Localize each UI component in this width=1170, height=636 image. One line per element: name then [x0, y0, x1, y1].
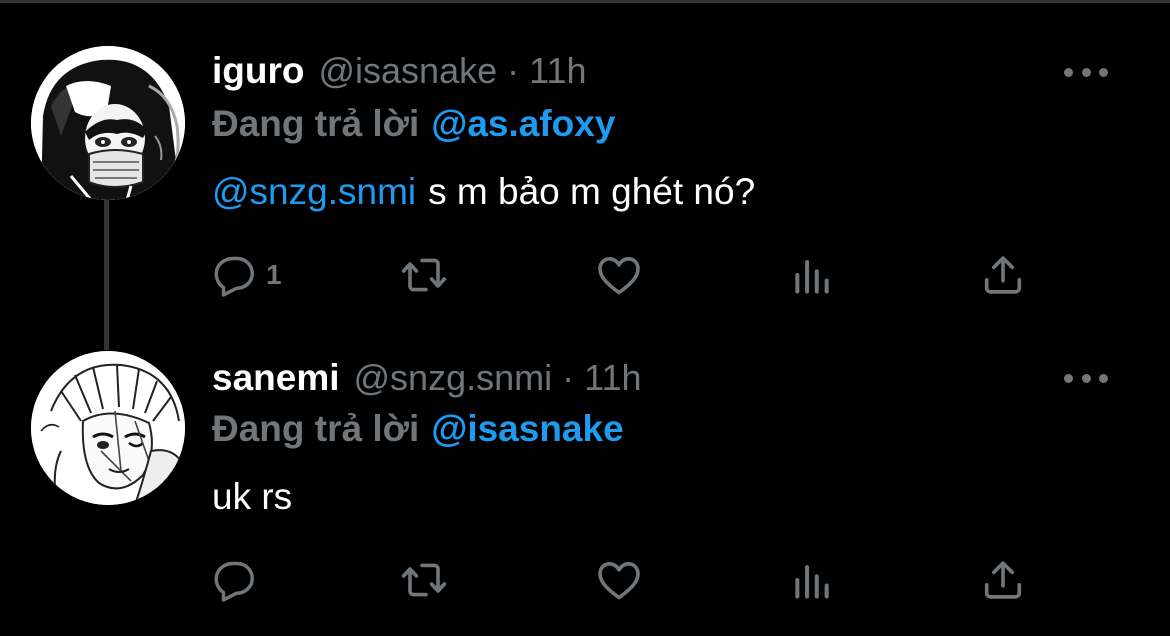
- more-dots-icon: [1064, 373, 1073, 383]
- manga-avatar-scarred-icon: [31, 351, 185, 505]
- timestamp[interactable]: 11h: [529, 50, 586, 92]
- avatar[interactable]: [31, 351, 185, 505]
- share-button[interactable]: [980, 248, 1026, 302]
- separator-dot: ·: [507, 50, 520, 91]
- replying-to-label: Đang trả lời: [212, 408, 420, 449]
- reply-bubble-icon: [214, 256, 254, 297]
- avatar[interactable]: [31, 46, 185, 200]
- replying-to: Đang trả lời @as.afoxy: [212, 100, 615, 148]
- body-text: s m bảo m ghét nó?: [428, 171, 756, 212]
- tweet-1[interactable]: iguro @isasnake · 11h Đang trả lời @as.a…: [0, 0, 1170, 350]
- analytics-button[interactable]: [790, 248, 834, 302]
- thread-connector: [104, 200, 109, 350]
- retweet-icon: [401, 258, 447, 292]
- more-options-button[interactable]: [1064, 62, 1108, 82]
- reply-button[interactable]: [212, 553, 258, 607]
- share-button[interactable]: [980, 553, 1026, 607]
- retweet-icon: [401, 563, 447, 597]
- reply-count: 1: [266, 259, 282, 290]
- replying-to-mention[interactable]: @as.afoxy: [431, 103, 615, 145]
- tweet-header: iguro @isasnake · 11h: [212, 46, 587, 96]
- user-handle[interactable]: @snzg.snmi: [354, 357, 553, 399]
- like-button[interactable]: [595, 553, 643, 607]
- tweet-header: sanemi @snzg.snmi · 11h: [212, 353, 642, 403]
- action-bar: [212, 553, 1042, 607]
- replying-to: Đang trả lời @isasnake: [212, 405, 624, 453]
- share-icon: [984, 561, 1022, 599]
- more-dots-icon: [1064, 67, 1073, 77]
- body-mention[interactable]: @snzg.snmi: [212, 171, 416, 213]
- analytics-button[interactable]: [790, 553, 834, 607]
- reply-button[interactable]: 1: [212, 248, 282, 302]
- separator-dot: ·: [562, 357, 575, 398]
- tweet-text: @snzg.snmi s m bảo m ghét nó?: [212, 166, 755, 218]
- replying-to-label: Đang trả lời: [212, 103, 420, 144]
- heart-icon: [598, 257, 640, 295]
- more-options-button[interactable]: [1064, 368, 1108, 388]
- retweet-button[interactable]: [400, 553, 448, 607]
- like-button[interactable]: [595, 248, 643, 302]
- display-name[interactable]: sanemi: [212, 357, 340, 399]
- display-name[interactable]: iguro: [212, 50, 304, 92]
- reply-bubble-icon: [214, 561, 254, 602]
- analytics-icon: [795, 260, 829, 294]
- user-handle[interactable]: @isasnake: [318, 50, 497, 92]
- manga-avatar-masked-icon: [31, 46, 185, 200]
- action-bar: 1: [212, 248, 1042, 302]
- retweet-button[interactable]: [400, 248, 448, 302]
- replying-to-mention[interactable]: @isasnake: [431, 408, 623, 450]
- heart-icon: [598, 562, 640, 600]
- analytics-icon: [795, 565, 829, 599]
- tweet-text: uk rs: [212, 471, 292, 523]
- tweet-2[interactable]: sanemi @snzg.snmi · 11h Đang trả lời @is…: [0, 345, 1170, 636]
- body-text: uk rs: [212, 476, 293, 517]
- timestamp[interactable]: 11h: [584, 357, 641, 399]
- share-icon: [984, 256, 1022, 294]
